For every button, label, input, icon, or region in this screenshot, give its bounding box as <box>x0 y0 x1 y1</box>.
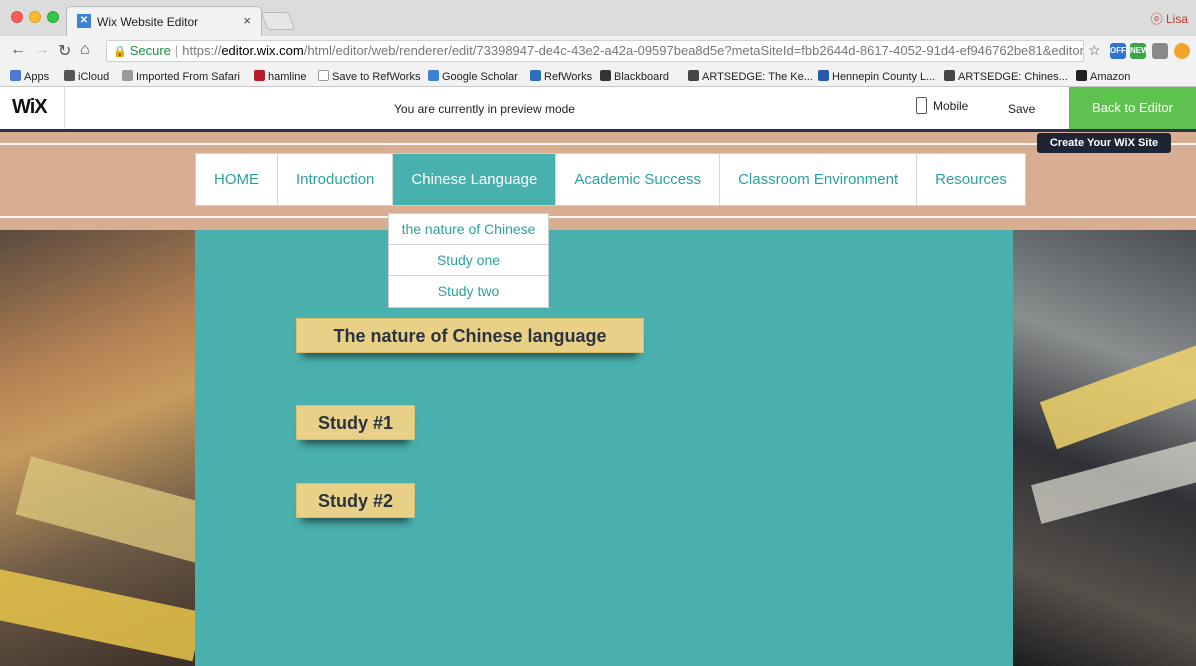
bookmark-label: Blackboard <box>614 71 670 83</box>
tab-title: Wix Website Editor <box>97 15 199 29</box>
url-host: editor.wix.com <box>221 43 304 58</box>
secure-label: Secure <box>129 43 171 58</box>
header-line-top <box>0 143 1196 145</box>
lock-icon: 🔒 <box>113 46 127 58</box>
bookmark-save-to-refworks[interactable]: Save to RefWorks <box>318 70 420 83</box>
menu-item-chinese-language[interactable]: Chinese Language <box>393 154 557 205</box>
bookmark-icloud[interactable]: iCloud <box>64 70 109 83</box>
profile-name: Lisa <box>1165 12 1188 26</box>
bookmark-label: Imported From Safari <box>136 71 240 83</box>
header-line-bottom <box>0 216 1196 218</box>
menu-item-home[interactable]: HOME <box>196 154 278 205</box>
create-wix-site-tooltip[interactable]: Create Your WiX Site <box>1037 133 1171 153</box>
bookmark-artsedge-chinese[interactable]: ARTSEDGE: Chines... <box>944 70 1068 83</box>
bookmark-hamline[interactable]: hamline <box>254 70 307 83</box>
study-1-button[interactable]: Study #1 <box>296 405 415 440</box>
extension-off-icon[interactable]: OFF <box>1110 43 1126 59</box>
wix-logo: WiX <box>12 96 48 118</box>
book-page-shape <box>1039 340 1196 450</box>
bookmark-blackboard[interactable]: Blackboard <box>600 70 669 83</box>
profile-button[interactable]: ⓞ Lisa <box>1151 10 1188 27</box>
submenu-item-study-one[interactable]: Study one <box>389 245 548 276</box>
amazon-icon <box>1076 70 1087 81</box>
url-separator: | <box>174 43 179 58</box>
bookmark-imported-from-safari[interactable]: Imported From Safari <box>122 70 240 83</box>
profile-icon: ⓞ <box>1150 12 1163 26</box>
bookmark-label: Save to RefWorks <box>332 71 421 83</box>
background-photo-left <box>0 230 215 666</box>
site-nav-menu: HOME Introduction Chinese Language Acade… <box>195 153 1026 206</box>
bookmark-label: Google Scholar <box>442 71 518 83</box>
menu-item-resources[interactable]: Resources <box>917 154 1025 205</box>
bookmark-apps[interactable]: Apps <box>10 70 49 83</box>
book-page-shape <box>1031 436 1196 524</box>
background-photo-right <box>1013 230 1196 666</box>
forward-arrow-icon[interactable]: → <box>34 41 50 59</box>
refworks-icon <box>530 70 541 81</box>
bookmarks-bar: Apps iCloud Imported From Safari hamline… <box>0 66 1196 87</box>
mobile-label: Mobile <box>933 99 969 113</box>
bookmark-label: ARTSEDGE: Chines... <box>958 71 1068 83</box>
google-scholar-icon <box>428 70 439 81</box>
bookmark-label: RefWorks <box>544 71 593 83</box>
address-bar[interactable]: 🔒 Secure | https://editor.wix.com/html/edit… <box>106 40 1084 62</box>
book-page-shape <box>15 456 215 564</box>
hennepin-icon <box>818 70 829 81</box>
wix-favicon-icon: ✕ <box>77 14 91 28</box>
phone-icon <box>916 97 927 114</box>
tab-close-icon[interactable]: × <box>243 13 251 28</box>
mobile-view-button[interactable]: Mobile <box>916 97 968 121</box>
wix-preview-bar: WiX You are currently in preview mode Mo… <box>0 87 1196 129</box>
bookmark-artsedge-ke[interactable]: ARTSEDGE: The Ke... <box>688 70 813 83</box>
url-scheme: https:// <box>182 43 222 58</box>
bookmark-label: Amazon <box>1090 71 1131 83</box>
apple-icon <box>64 70 75 81</box>
page-icon <box>318 70 329 81</box>
back-to-editor-button[interactable]: Back to Editor <box>1069 87 1196 129</box>
artsedge-icon <box>688 70 699 81</box>
back-arrow-icon[interactable]: ← <box>10 41 26 59</box>
reload-icon[interactable]: ↻ <box>58 41 71 61</box>
menu-item-classroom-environment[interactable]: Classroom Environment <box>720 154 918 205</box>
extension-new-icon[interactable]: NEW <box>1130 43 1149 59</box>
divider <box>64 87 65 129</box>
minimize-window-button[interactable] <box>29 11 41 23</box>
bookmark-label: iCloud <box>78 71 110 83</box>
submenu-item-nature-of-chinese[interactable]: the nature of Chinese <box>389 214 548 245</box>
browser-tab-strip: ✕ Wix Website Editor × ⓞ Lisa <box>0 0 1196 36</box>
bookmark-label: hamline <box>268 71 307 83</box>
content-panel <box>195 230 1013 666</box>
book-page-shape <box>0 568 203 662</box>
chinese-language-submenu: the nature of Chinese Study one Study tw… <box>388 213 549 308</box>
folder-icon <box>122 70 133 81</box>
hamline-icon <box>254 70 265 81</box>
bookmark-hennepin[interactable]: Hennepin County L... <box>818 70 935 83</box>
new-tab-button[interactable] <box>260 12 296 30</box>
zoom-window-button[interactable] <box>47 11 59 23</box>
bookmark-google-scholar[interactable]: Google Scholar <box>428 70 518 83</box>
bookmark-star-icon[interactable]: ☆ <box>1088 42 1101 59</box>
extension-circle-icon[interactable] <box>1174 43 1190 59</box>
artsedge-icon <box>944 70 955 81</box>
menu-item-introduction[interactable]: Introduction <box>278 154 394 205</box>
blackboard-icon <box>600 70 611 81</box>
extension-box-icon[interactable] <box>1152 43 1168 59</box>
submenu-item-study-two[interactable]: Study two <box>389 276 548 307</box>
bookmark-label: ARTSEDGE: The Ke... <box>702 71 813 83</box>
nature-of-chinese-button[interactable]: The nature of Chinese language <box>296 318 644 353</box>
preview-mode-message: You are currently in preview mode <box>394 102 575 116</box>
bookmark-refworks[interactable]: RefWorks <box>530 70 592 83</box>
bookmark-amazon[interactable]: Amazon <box>1076 70 1130 83</box>
apps-grid-icon <box>10 70 21 81</box>
menu-item-academic-success[interactable]: Academic Success <box>556 154 721 205</box>
close-window-button[interactable] <box>11 11 23 23</box>
browser-tab[interactable]: ✕ Wix Website Editor × <box>66 6 262 36</box>
browser-toolbar: ← → ↻ ⌂ 🔒 Secure | https://editor.wix.com/h… <box>0 36 1196 66</box>
url-path: /html/editor/web/renderer/edit/73398947-… <box>303 43 1084 58</box>
home-icon[interactable]: ⌂ <box>80 41 90 59</box>
bookmark-label: Hennepin County L... <box>832 71 936 83</box>
save-button[interactable]: Save <box>1008 102 1035 116</box>
study-2-button[interactable]: Study #2 <box>296 483 415 518</box>
bookmark-label: Apps <box>24 71 50 83</box>
